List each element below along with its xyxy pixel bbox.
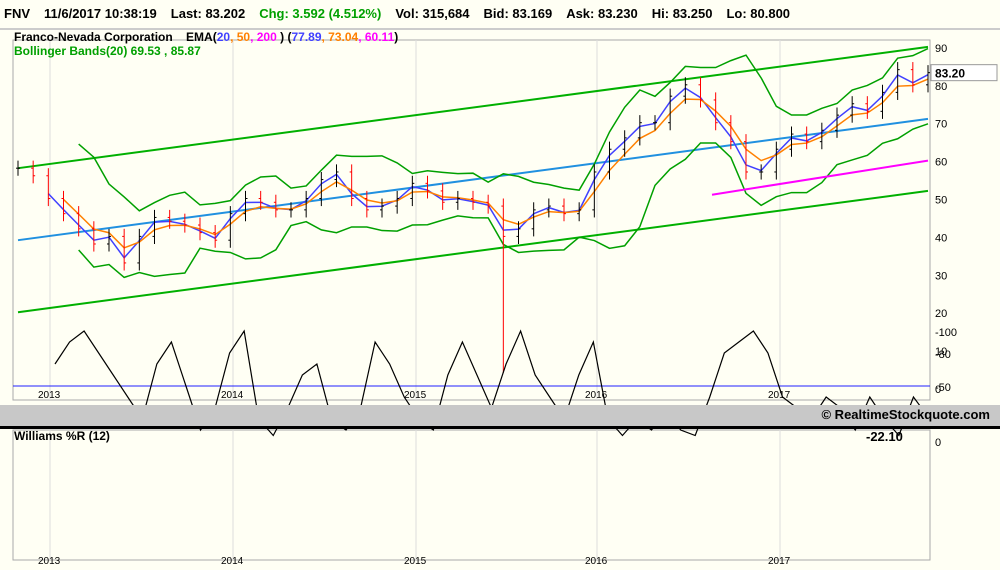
ema-period-20: 20	[216, 30, 231, 44]
x-tick-label: 2014	[221, 556, 244, 567]
y-tick-label: 20	[935, 308, 947, 320]
ema-value-20: 77.89	[291, 30, 322, 44]
y-tick-label: 70	[935, 119, 947, 131]
bollinger-upper	[78, 47, 929, 212]
price-frame	[12, 39, 931, 401]
y-tick-label: -50	[935, 382, 951, 394]
legend: Franco-Nevada Corporation EMA(20, 50, 20…	[14, 30, 398, 58]
y-tick-label: -80	[935, 349, 951, 361]
y-tick-label: 30	[935, 270, 947, 282]
bollinger-label: Bollinger Bands(20) 69.53 , 85.87	[14, 44, 201, 58]
ema-value-200: , 60.11	[358, 30, 395, 44]
ema-period-200: , 200	[250, 30, 277, 44]
x-tick-label: 2013	[38, 556, 61, 567]
y-tick-label: 50	[935, 195, 947, 207]
ema-mid: ) (	[276, 30, 292, 44]
y-tick-label: 80	[935, 81, 947, 93]
x-tick-label: 2017	[768, 556, 791, 567]
x-tick-label: 2016	[585, 556, 608, 567]
y-tick-label: 0	[935, 437, 941, 449]
price-chart: 2013201320142014201520152016201620172017…	[12, 39, 998, 567]
last-price-label: 83.20	[935, 67, 965, 81]
ema-period-50: , 50	[230, 30, 251, 44]
williams-title: Williams %R (12)	[14, 429, 110, 443]
x-tick-label: 2015	[404, 556, 427, 567]
ema-20-line	[47, 73, 929, 259]
williams-frame	[12, 429, 931, 561]
company-name: Franco-Nevada Corporation	[14, 30, 173, 44]
y-tick-label: 40	[935, 232, 947, 244]
ema-close: )	[394, 30, 399, 44]
x-tick-label: 2017	[768, 390, 791, 401]
ema-value-50: , 73.04	[321, 30, 359, 44]
copyright-band: © RealtimeStockquote.com	[0, 405, 1000, 429]
copyright: © RealtimeStockquote.com	[821, 407, 990, 422]
y-tick-label: -100	[935, 327, 957, 339]
y-tick-label: 60	[935, 157, 947, 169]
x-tick-label: 2015	[404, 390, 427, 401]
y-tick-label: 90	[935, 43, 947, 55]
ema-label: EMA(	[186, 30, 217, 44]
x-tick-label: 2013	[38, 390, 61, 401]
ema-200-line	[711, 159, 929, 196]
williams-last-value: -22.10	[866, 429, 903, 444]
x-tick-label: 2014	[221, 390, 244, 401]
